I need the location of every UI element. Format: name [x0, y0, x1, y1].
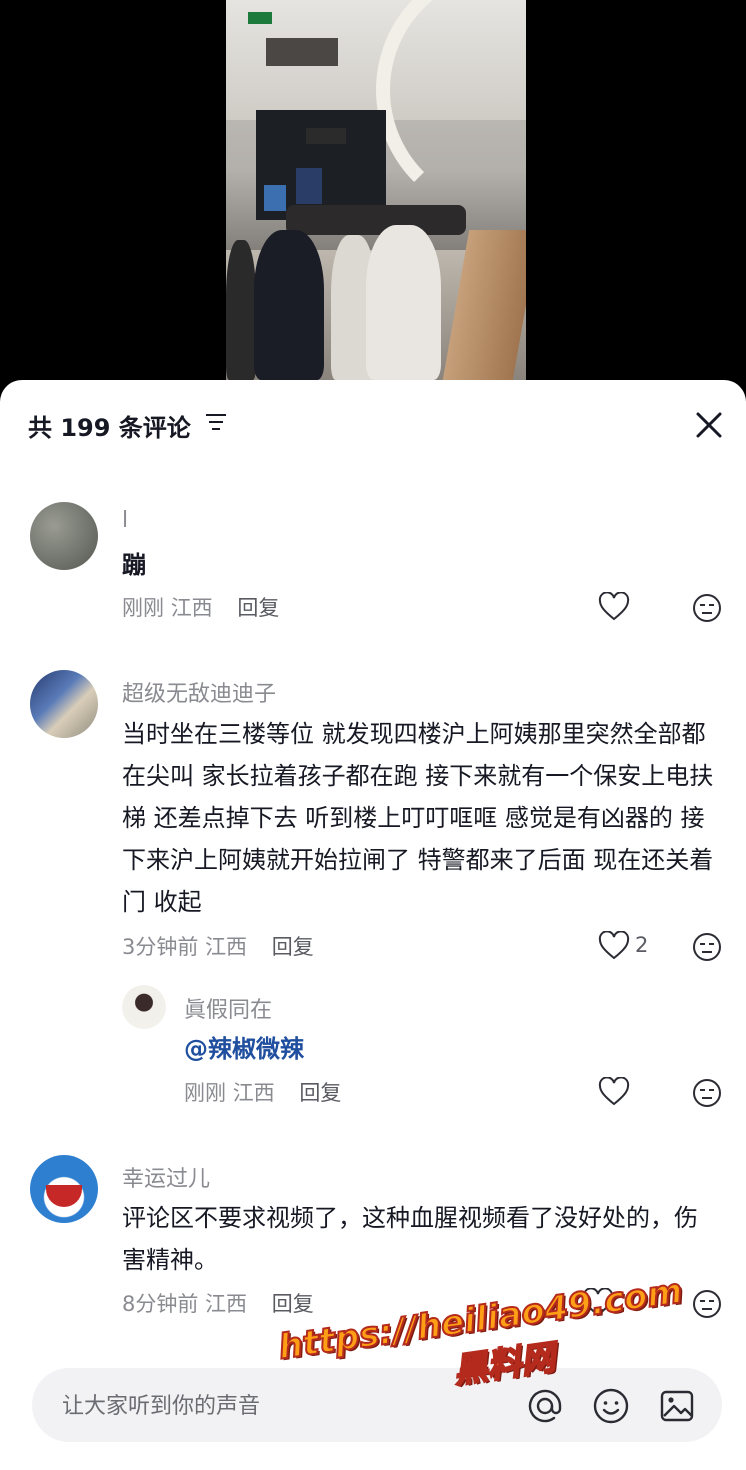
video-store-sign	[266, 38, 338, 66]
reply-button[interactable]: 回复	[272, 935, 314, 959]
heart-icon[interactable]	[598, 931, 630, 961]
reply-button[interactable]: 回复	[272, 1292, 314, 1316]
image-icon[interactable]	[658, 1387, 696, 1425]
reply-button[interactable]: 回复	[237, 596, 279, 620]
comment-meta: 3分钟前 江西 回复	[122, 931, 314, 961]
dislike-face-icon[interactable]	[692, 1078, 722, 1108]
comment-username[interactable]: l	[122, 508, 128, 533]
avatar[interactable]	[30, 502, 98, 570]
comment-meta: 8分钟前 江西 回复	[122, 1288, 314, 1318]
comment-text: 评论区不要求视频了，这种血腥视频看了没好处的，伤害精神。	[122, 1204, 698, 1274]
video-screen	[264, 185, 286, 211]
dislike-face-icon[interactable]	[692, 932, 722, 962]
heart-icon[interactable]	[598, 592, 630, 622]
avatar[interactable]	[30, 1155, 98, 1223]
video-frame[interactable]	[226, 0, 526, 380]
comment-time: 8分钟前	[122, 1292, 199, 1316]
comment-count-title: 共 199 条评论	[28, 414, 191, 442]
video-person	[254, 230, 324, 380]
comment-location: 江西	[232, 1081, 275, 1105]
reply-username[interactable]: 眞假同在	[184, 992, 272, 1024]
comment-time: 刚刚	[122, 596, 164, 620]
close-icon[interactable]	[690, 406, 728, 444]
video-crowd	[286, 205, 466, 235]
comment-time: 3分钟前	[122, 935, 199, 959]
comment-panel: 共 199 条评论 l 蹦 刚刚 江西 回复 超级无敌迪迪子 当时坐在三楼等位 …	[0, 380, 746, 1470]
comment-meta: 刚刚 江西 回复	[122, 592, 279, 622]
avatar[interactable]	[30, 670, 98, 738]
video-person	[366, 225, 441, 380]
dislike-face-icon[interactable]	[692, 593, 722, 623]
video-exit-sign	[248, 12, 272, 24]
filter-icon[interactable]	[204, 411, 228, 433]
comment-location: 江西	[205, 935, 248, 959]
comment-text: 蹦	[122, 551, 146, 579]
comment-time: 刚刚	[184, 1081, 226, 1105]
comment-location: 江西	[170, 596, 213, 620]
video-ceiling-curve	[376, 0, 526, 220]
mention-link[interactable]: @辣椒微辣	[184, 1035, 304, 1063]
reply-meta: 刚刚 江西 回复	[184, 1077, 341, 1107]
emoji-icon[interactable]	[592, 1387, 630, 1425]
heart-icon[interactable]	[598, 1077, 630, 1107]
comment-location: 江西	[205, 1292, 248, 1316]
reply-text: @辣椒微辣	[184, 1028, 304, 1070]
avatar[interactable]	[122, 985, 166, 1029]
video-store-logo	[306, 128, 346, 144]
comment-text: 当时坐在三楼等位 就发现四楼沪上阿姨那里突然全部都在尖叫 家长拉着孩子都在跑 接…	[122, 720, 714, 916]
video-person	[226, 240, 256, 380]
comment-username[interactable]: 超级无敌迪迪子	[122, 676, 276, 708]
avatar-mouth	[46, 1185, 82, 1207]
like-count: 2	[635, 933, 649, 957]
comment-username[interactable]: 幸运过儿	[122, 1161, 210, 1193]
video-screen-2	[296, 168, 322, 204]
reply-button[interactable]: 回复	[299, 1081, 341, 1105]
